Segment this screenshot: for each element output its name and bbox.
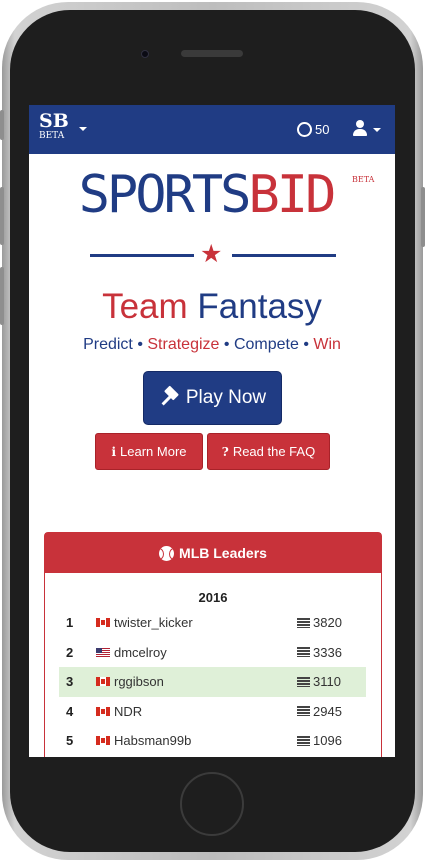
earpiece-speaker	[181, 50, 243, 57]
leader-score-value: 1096	[313, 733, 342, 749]
logo-bid-text: BID	[248, 165, 336, 225]
us-flag-icon	[96, 647, 110, 657]
logo-sports-text: SPORTS	[78, 165, 252, 225]
leader-score-value: 2945	[313, 703, 342, 719]
logo-beta-label: BETA	[352, 175, 375, 184]
brand-logo-text: SB	[39, 110, 69, 132]
coin-stack-icon	[297, 647, 310, 658]
hero-tagline: Predict • Strategize • Compete • Win	[29, 336, 395, 354]
caret-down-icon	[373, 127, 381, 132]
coin-balance[interactable]: 50	[297, 122, 329, 137]
learn-more-label: Learn More	[120, 444, 187, 459]
tagline-predict: Predict	[83, 336, 133, 353]
coin-stack-icon	[297, 735, 310, 746]
play-now-label: Play Now	[185, 387, 267, 408]
leaders-panel: MLB Leaders 2016 1 twister_kicker 3820 2 dmc…	[44, 532, 382, 757]
silent-switch	[0, 110, 4, 140]
user-icon	[352, 120, 368, 137]
leaders-table: 1 twister_kicker 3820 2 dmcelroy 3336 3 rggibso…	[59, 608, 366, 756]
tagline-separator: •	[137, 336, 143, 353]
sportsbid-logo: SPORTSBID BETA	[29, 169, 395, 221]
leader-row[interactable]: 5 Habsman99b 1096	[59, 726, 366, 756]
play-now-button[interactable]: Play Now	[143, 371, 282, 425]
ca-flag-icon	[96, 736, 110, 746]
divider-line-right	[232, 254, 336, 257]
gavel-icon	[159, 385, 181, 409]
tagline-strategize: Strategize	[147, 336, 220, 353]
logo-divider: ★	[90, 240, 336, 268]
leaders-panel-header: MLB Leaders	[45, 533, 381, 573]
question-icon: ?	[221, 444, 229, 459]
leader-score: 3820	[297, 615, 342, 630]
tagline-separator: •	[303, 336, 309, 353]
leaders-year: 2016	[198, 590, 228, 605]
ca-flag-icon	[96, 618, 110, 628]
leader-username[interactable]: twister_kicker	[114, 615, 297, 630]
leader-score-value: 3110	[313, 674, 341, 690]
phone-screen: SB BETA 50 SPORTSBID BETA ★ Team Fantasy…	[29, 105, 395, 757]
coin-stack-icon	[297, 676, 310, 687]
tagline-compete: Compete	[233, 336, 299, 353]
divider-line-left	[90, 254, 194, 257]
leader-rank: 1	[66, 615, 74, 631]
tagline-separator: •	[223, 336, 230, 353]
learn-more-button[interactable]: i Learn More	[95, 433, 203, 470]
volume-down-button	[0, 267, 4, 325]
volume-up-button	[0, 187, 4, 245]
hero-title-fantasy: Fantasy	[197, 287, 322, 326]
coin-icon	[297, 122, 312, 137]
leader-row[interactable]: 4 NDR 2945	[59, 697, 366, 727]
leader-row[interactable]: 3 rggibson 3110	[59, 667, 366, 697]
leader-rank: 4	[66, 703, 74, 719]
top-navbar: SB BETA 50	[29, 105, 395, 154]
leader-rank: 5	[66, 733, 74, 749]
brand-beta-text: BETA	[39, 131, 65, 141]
read-faq-label: Read the FAQ	[232, 444, 316, 459]
ca-flag-icon	[96, 706, 110, 716]
hero-title-team: Team	[102, 287, 188, 326]
read-faq-button[interactable]: ? Read the FAQ	[207, 433, 330, 470]
info-icon: i	[111, 444, 117, 459]
leader-score: 1096	[297, 733, 342, 748]
leader-username[interactable]: NDR	[114, 704, 297, 719]
home-button[interactable]	[180, 772, 244, 836]
baseball-icon	[159, 545, 175, 561]
tagline-win: Win	[313, 336, 341, 353]
power-button	[421, 187, 425, 247]
leader-username[interactable]: dmcelroy	[114, 645, 297, 660]
user-menu-button[interactable]	[352, 120, 381, 137]
leader-username[interactable]: Habsman99b	[114, 733, 297, 748]
hero-title: Team Fantasy	[29, 289, 395, 324]
leaders-title: MLB Leaders	[179, 545, 267, 561]
star-icon: ★	[200, 240, 223, 268]
leader-score: 2945	[297, 704, 342, 719]
caret-down-icon[interactable]	[79, 127, 87, 131]
leader-rank: 3	[66, 674, 74, 690]
leader-score-value: 3820	[313, 615, 342, 631]
brand-menu[interactable]: SB BETA	[39, 112, 69, 141]
logo-wordmark: SPORTSBID	[79, 169, 337, 221]
leader-rank: 2	[66, 644, 74, 660]
leader-row[interactable]: 1 twister_kicker 3820	[59, 608, 366, 638]
leader-row[interactable]: 2 dmcelroy 3336	[59, 638, 366, 668]
leader-username[interactable]: rggibson	[114, 674, 297, 689]
leader-score: 3336	[297, 645, 342, 660]
ca-flag-icon	[96, 677, 110, 687]
coin-stack-icon	[297, 617, 310, 628]
leader-score-value: 3336	[313, 644, 342, 660]
leader-score: 3110	[297, 674, 341, 689]
front-camera	[141, 50, 149, 58]
coin-stack-icon	[297, 706, 310, 717]
coin-count: 50	[315, 122, 330, 137]
